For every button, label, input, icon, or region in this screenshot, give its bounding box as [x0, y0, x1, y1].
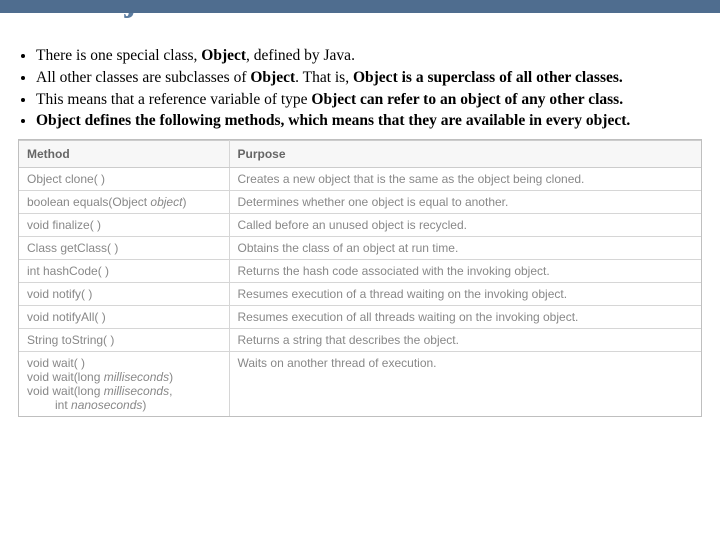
text: This means that a reference variable of … [36, 91, 311, 108]
cell-method: String toString( ) [19, 329, 229, 352]
table-row: void notifyAll( ) Resumes execution of a… [19, 306, 701, 329]
text: All other classes are subclasses of [36, 69, 250, 86]
text: void wait( ) [27, 356, 85, 370]
text: void wait(long [27, 370, 104, 384]
cell-method: void notifyAll( ) [19, 306, 229, 329]
cell-method: int hashCode( ) [19, 260, 229, 283]
param: milliseconds [104, 370, 169, 384]
table-row: Class getClass( ) Obtains the class of a… [19, 237, 701, 260]
text: boolean equals(Object [27, 195, 150, 209]
cell-purpose: Determines whether one object is equal t… [229, 191, 701, 214]
cell-method: void finalize( ) [19, 214, 229, 237]
bullet-1: There is one special class, Object, defi… [36, 46, 702, 66]
table-row: void notify( ) Resumes execution of a th… [19, 283, 701, 306]
cell-purpose: Returns a string that describes the obje… [229, 329, 701, 352]
cell-method: void notify( ) [19, 283, 229, 306]
bullet-3: This means that a reference variable of … [36, 90, 702, 110]
slide: The Object Class There is one special cl… [0, 0, 720, 540]
text: ) [169, 370, 173, 384]
bold-text: Object [201, 47, 246, 64]
cell-method: Class getClass( ) [19, 237, 229, 260]
bullet-list: There is one special class, Object, defi… [18, 46, 702, 131]
text: , defined by Java. [246, 47, 355, 64]
table-row: Object clone( ) Creates a new object tha… [19, 168, 701, 191]
col-purpose: Purpose [229, 141, 701, 168]
text: int [55, 398, 71, 412]
table-row: void wait( ) void wait(long milliseconds… [19, 352, 701, 417]
text: void wait(long [27, 384, 104, 398]
cell-method: Object clone( ) [19, 168, 229, 191]
bold-text: Object defines the following methods, wh… [36, 112, 630, 129]
cell-purpose: Creates a new object that is the same as… [229, 168, 701, 191]
title-region: The Object Class [18, 0, 702, 42]
param: nanoseconds [71, 398, 142, 412]
cell-method: boolean equals(Object object) [19, 191, 229, 214]
text: , [169, 384, 172, 398]
param: object [150, 195, 182, 209]
bold-text: Object can refer to an object of any oth… [311, 91, 623, 108]
bold-text: Object is a superclass of all other clas… [353, 69, 623, 86]
bullet-2: All other classes are subclasses of Obje… [36, 68, 702, 88]
param: milliseconds [104, 384, 169, 398]
table-row: boolean equals(Object object) Determines… [19, 191, 701, 214]
text: . That is, [295, 69, 353, 86]
table-row: String toString( ) Returns a string that… [19, 329, 701, 352]
col-method: Method [19, 141, 229, 168]
cell-purpose: Resumes execution of all threads waiting… [229, 306, 701, 329]
methods-table: Method Purpose Object clone( ) Creates a… [18, 139, 702, 417]
cell-purpose: Resumes execution of a thread waiting on… [229, 283, 701, 306]
text: There is one special class, [36, 47, 201, 64]
indent: int nanoseconds) [27, 398, 146, 412]
table-header-row: Method Purpose [19, 141, 701, 168]
cell-purpose: Waits on another thread of execution. [229, 352, 701, 417]
title-bar [0, 0, 720, 13]
text: ) [182, 195, 186, 209]
text: ) [142, 398, 146, 412]
cell-purpose: Obtains the class of an object at run ti… [229, 237, 701, 260]
table-row: int hashCode( ) Returns the hash code as… [19, 260, 701, 283]
table-row: void finalize( ) Called before an unused… [19, 214, 701, 237]
cell-method: void wait( ) void wait(long milliseconds… [19, 352, 229, 417]
bullet-4: Object defines the following methods, wh… [36, 111, 702, 131]
cell-purpose: Returns the hash code associated with th… [229, 260, 701, 283]
bold-text: Object [250, 69, 295, 86]
cell-purpose: Called before an unused object is recycl… [229, 214, 701, 237]
